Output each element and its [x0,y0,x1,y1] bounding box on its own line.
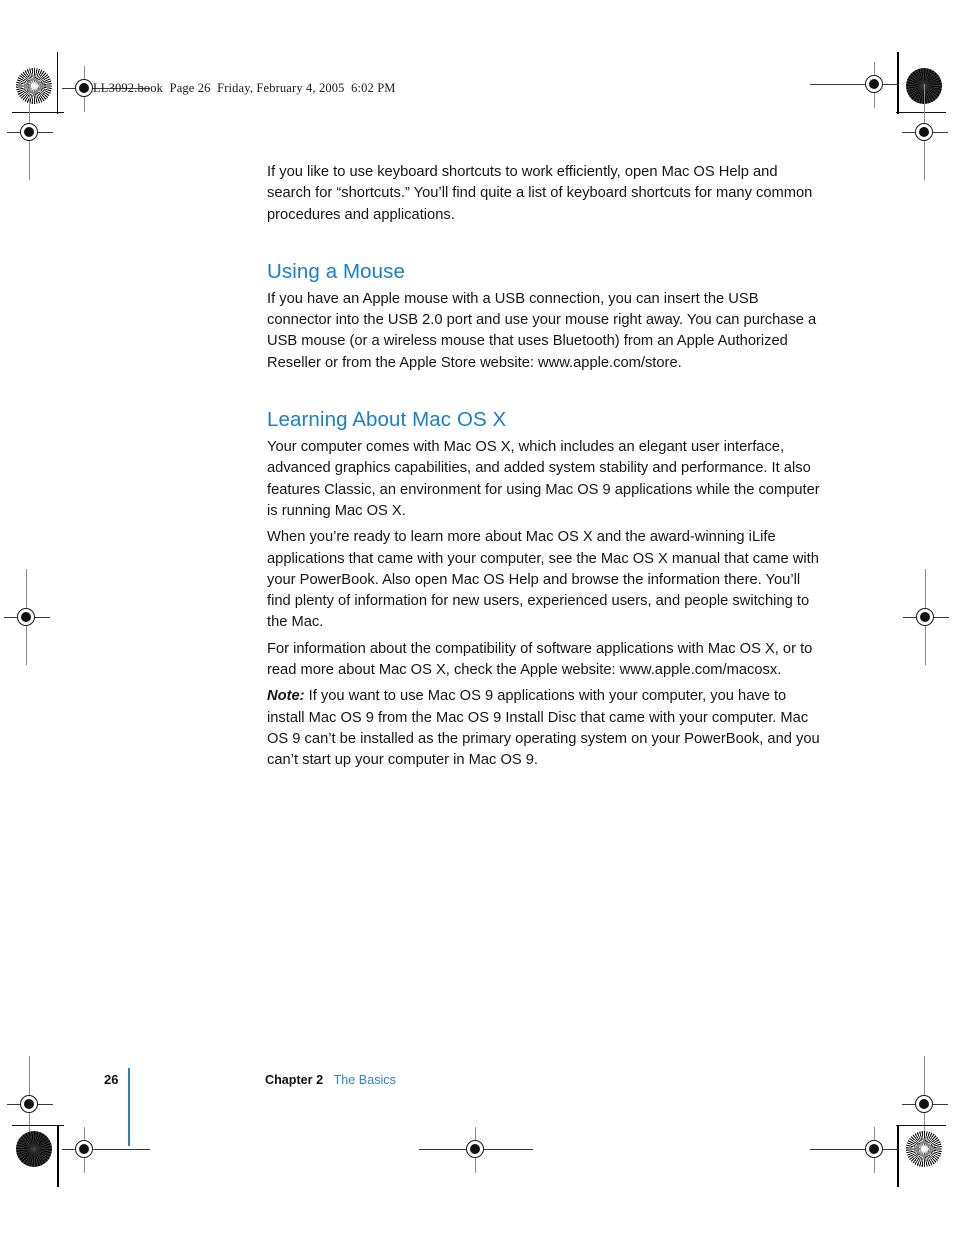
section-heading-learning-about-mac-os-x: Learning About Mac OS X [267,408,507,432]
registration-mark-dot [24,127,34,137]
registration-mark-bottom-center [419,1127,533,1173]
registration-mark-dot [919,127,929,137]
note-label: Note: [267,688,305,705]
footer-chapter-label: Chapter 2 [265,1073,324,1087]
document-page: LL3092.book Page 26 Friday, February 4, … [0,0,954,1235]
registration-mark-hline [810,1149,898,1150]
footer-chapter-block: Chapter 2 The Basics [265,1073,396,1087]
paragraph-mac-os-x-overview: Your computer comes with Mac OS X, which… [267,439,820,519]
registration-mark-dot [79,83,89,93]
note-text: If you want to use Mac OS 9 applications… [267,688,820,769]
registration-starburst-bottom-left [16,1131,52,1167]
paragraph-mouse-usb: If you have an Apple mouse with a USB co… [267,290,817,371]
section-using-a-mouse: Using a Mouse If you have an Apple mouse… [267,260,820,374]
footer-accent-rule [128,1068,130,1146]
intro-paragraph: If you like to use keyboard shortcuts to… [267,164,813,223]
body-content: If you like to use keyboard shortcuts to… [267,162,820,772]
trim-bar-bottom-left-vertical [57,1125,59,1187]
footer-chapter-title: The Basics [333,1073,396,1087]
registration-mark-dot [21,612,31,622]
registration-mark-dot [920,612,930,622]
registration-mark-right-upper [902,84,948,180]
page-number: 26 [104,1072,119,1087]
paragraph-learn-more: When you’re ready to learn more about Ma… [267,529,819,631]
footer-spacer [323,1073,334,1087]
registration-mark-hline [810,84,898,85]
registration-mark-top-right-inner [810,62,898,108]
trim-rule-bottom-right-horizontal [896,1125,946,1126]
paragraph-note: Note: If you want to use Mac OS 9 applic… [267,686,820,771]
paragraph-compatibility: For information about the compatibility … [267,640,813,679]
registration-mark-dot [470,1144,480,1154]
registration-mark-dot [869,79,879,89]
registration-mark-dot [79,1144,89,1154]
section-heading-using-a-mouse: Using a Mouse [267,259,406,283]
trim-rule-top-left-vertical [57,52,58,114]
page-footer: 26 Chapter 2 The Basics [0,1068,954,1146]
registration-mark-bottom-right-inner [810,1127,898,1173]
registration-mark-right-middle [903,569,949,665]
registration-starburst-bottom-right [906,1131,942,1167]
registration-starburst-top-left [16,68,52,104]
registration-mark-dot [869,1144,879,1154]
registration-mark-bottom-left-inner [62,1127,150,1173]
registration-mark-left-upper [7,84,53,180]
section-learning-about-mac-os-x: Learning About Mac OS X Your computer co… [267,408,820,771]
running-header-text: LL3092.book Page 26 Friday, February 4, … [93,81,396,95]
registration-mark-left-middle [4,569,50,665]
